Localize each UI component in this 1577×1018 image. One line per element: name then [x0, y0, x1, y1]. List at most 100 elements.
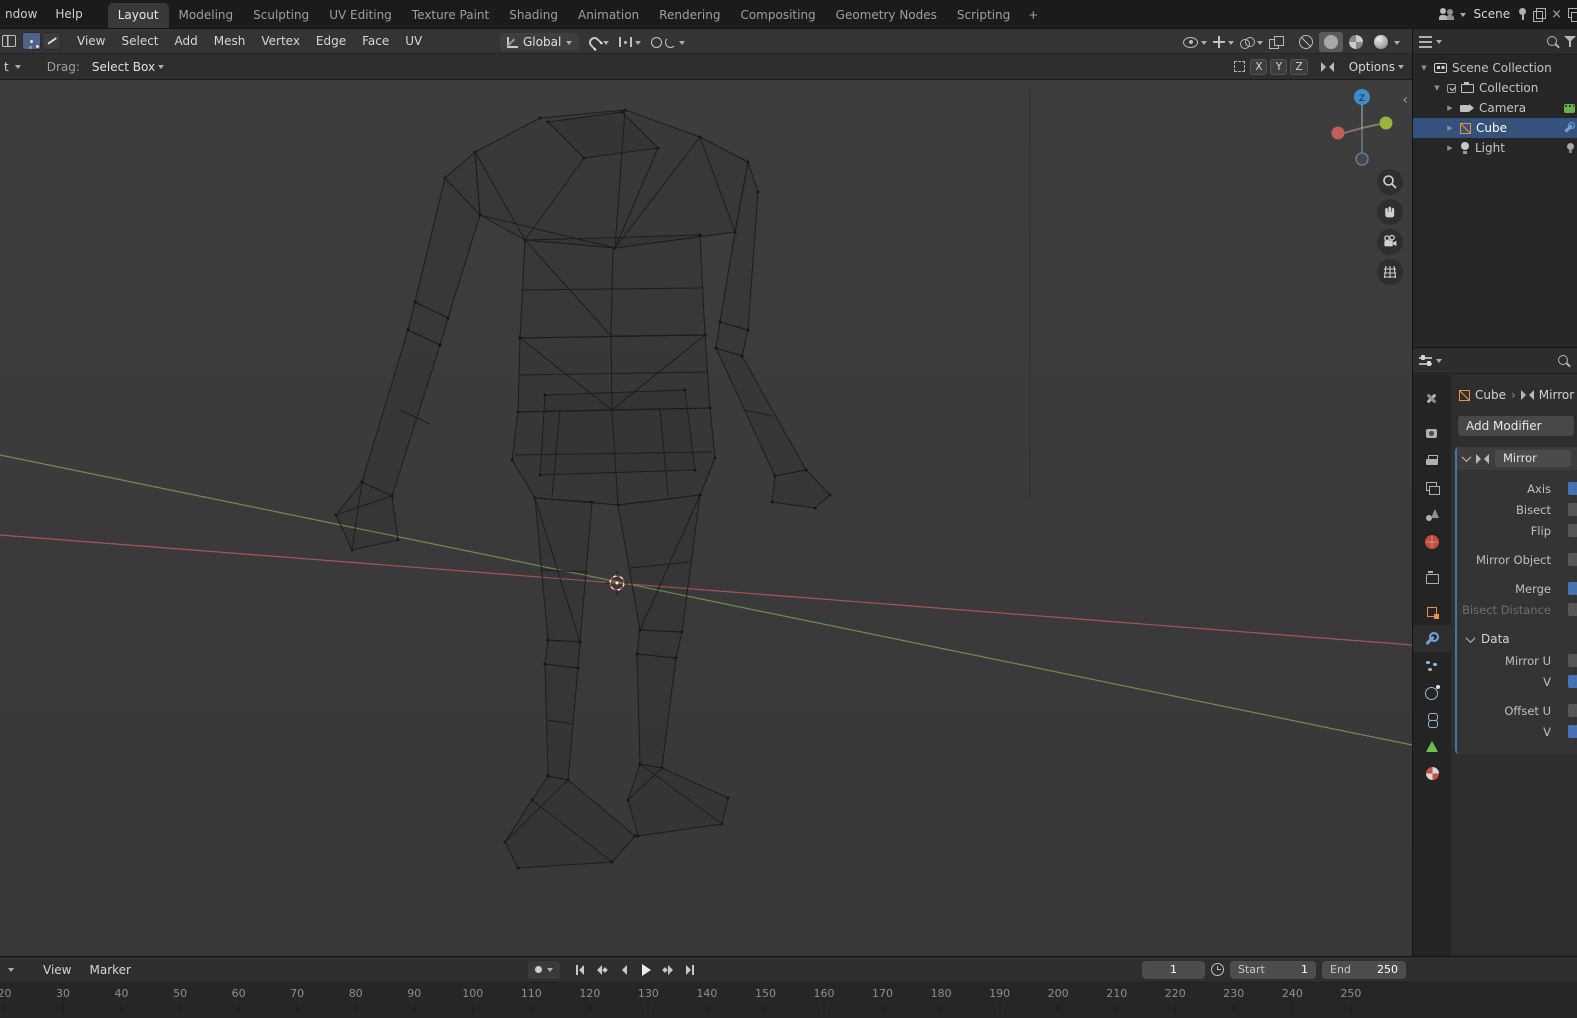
- ruler-tick-180[interactable]: 180: [931, 987, 952, 1014]
- axis-toggle-y[interactable]: Y: [1270, 58, 1288, 75]
- timeline-menu-marker[interactable]: Marker: [80, 963, 139, 977]
- play-button[interactable]: [636, 961, 656, 979]
- 3d-viewport[interactable]: Z ‹: [0, 80, 1412, 956]
- ruler-tick-230[interactable]: 230: [1223, 987, 1244, 1014]
- properties-tab-material[interactable]: [1413, 760, 1451, 787]
- editor-type-caret-icon[interactable]: [1436, 359, 1442, 366]
- disclosure-icon[interactable]: ▶: [1445, 124, 1455, 132]
- ruler-tick-140[interactable]: 140: [696, 987, 717, 1014]
- viewport-menu-uv[interactable]: UV: [397, 34, 430, 48]
- ruler-tick-250[interactable]: 250: [1340, 987, 1361, 1014]
- ruler-tick-240[interactable]: 240: [1282, 987, 1303, 1014]
- disclosure-icon[interactable]: ▶: [1445, 144, 1455, 152]
- checkbox-icon[interactable]: [1447, 83, 1456, 93]
- properties-tab-physics[interactable]: [1413, 679, 1451, 706]
- field-widget-clipped[interactable]: [1568, 654, 1577, 667]
- jump-to-start-button[interactable]: [570, 961, 590, 979]
- ruler-tick-80[interactable]: 80: [349, 987, 363, 1014]
- search-icon[interactable]: [1557, 354, 1571, 368]
- field-widget-clipped[interactable]: [1568, 524, 1577, 537]
- properties-tab-render[interactable]: [1413, 420, 1451, 447]
- shading-rendered-button[interactable]: [1369, 32, 1393, 52]
- ruler-tick-220[interactable]: 220: [1165, 987, 1186, 1014]
- outliner-row-cube[interactable]: ▶ Cube: [1413, 118, 1577, 138]
- properties-tab-data[interactable]: [1413, 733, 1451, 760]
- workspace-tab-rendering[interactable]: Rendering: [649, 3, 730, 28]
- ruler-tick-40[interactable]: 40: [115, 987, 129, 1014]
- overlays-caret-icon[interactable]: [1257, 40, 1263, 48]
- workspace-tab-geometry-nodes[interactable]: Geometry Nodes: [826, 3, 947, 28]
- camera-view-button[interactable]: [1377, 229, 1403, 255]
- properties-tab-object[interactable]: [1413, 598, 1451, 625]
- outliner-row-light[interactable]: ▶ Light: [1413, 138, 1577, 158]
- tool-dropdown-clipped[interactable]: t: [4, 60, 9, 74]
- shading-solid-button[interactable]: [1319, 32, 1343, 52]
- film-icon[interactable]: [1564, 103, 1575, 113]
- ruler-tick-20[interactable]: 20: [0, 987, 11, 1014]
- xray-toggle-icon[interactable]: [1269, 36, 1284, 49]
- viewport-menu-select[interactable]: Select: [113, 34, 166, 48]
- field-widget-clipped[interactable]: [1568, 704, 1577, 717]
- data-section-header[interactable]: Data: [1457, 628, 1577, 650]
- field-widget-clipped[interactable]: [1568, 603, 1577, 616]
- viewport-menu-edge[interactable]: Edge: [308, 34, 354, 48]
- bulb-icon[interactable]: [1566, 142, 1575, 154]
- outliner-row-camera[interactable]: ▶ Camera: [1413, 98, 1577, 118]
- add-modifier-button[interactable]: Add Modifier: [1457, 415, 1575, 437]
- outliner-row-collection[interactable]: ▼ Collection: [1413, 78, 1577, 98]
- ruler-tick-170[interactable]: 170: [872, 987, 893, 1014]
- editor-type-icon[interactable]: [2, 35, 16, 47]
- editor-collapse-caret-icon[interactable]: [8, 968, 14, 975]
- orthographic-grid-button[interactable]: [1377, 259, 1403, 285]
- wireframe-character-model[interactable]: [334, 108, 832, 870]
- workspace-tab-layout[interactable]: Layout: [107, 3, 169, 28]
- disclosure-icon[interactable]: ▼: [1419, 64, 1429, 72]
- snap-magnet-icon[interactable]: [587, 34, 603, 50]
- navigation-gizmo[interactable]: Z: [1331, 89, 1393, 166]
- ruler-tick-190[interactable]: 190: [989, 987, 1010, 1014]
- pin-icon[interactable]: [1518, 7, 1527, 21]
- properties-tab-tool[interactable]: [1413, 385, 1451, 412]
- auto-keying-button[interactable]: [528, 960, 560, 979]
- viewport-menu-vertex[interactable]: Vertex: [253, 34, 308, 48]
- search-icon[interactable]: [1546, 35, 1560, 49]
- filter-icon[interactable]: [1564, 35, 1576, 48]
- ruler-tick-110[interactable]: 110: [521, 987, 542, 1014]
- viewport-canvas[interactable]: Z: [0, 80, 1412, 956]
- edge-select-button[interactable]: [42, 32, 61, 50]
- drag-mode-dropdown[interactable]: Select Box: [92, 60, 165, 74]
- outliner-row-scene-collection[interactable]: ▼ Scene Collection: [1413, 58, 1577, 78]
- current-frame-field[interactable]: 1: [1142, 960, 1205, 979]
- workspace-tab-uv-editing[interactable]: UV Editing: [319, 3, 402, 28]
- properties-tab-modifiers[interactable]: [1413, 625, 1451, 652]
- field-widget-clipped[interactable]: [1568, 582, 1577, 595]
- ruler-tick-50[interactable]: 50: [173, 987, 187, 1014]
- proportional-editing-icon[interactable]: [651, 36, 663, 48]
- transform-orientation-dropdown[interactable]: Global: [500, 33, 580, 51]
- menu-help[interactable]: Help: [46, 7, 91, 21]
- expand-chevron-icon[interactable]: [1461, 452, 1472, 463]
- workspace-tab-shading[interactable]: Shading: [499, 3, 568, 28]
- close-icon[interactable]: ×: [1551, 7, 1562, 22]
- ruler-tick-200[interactable]: 200: [1048, 987, 1069, 1014]
- viewport-menu-add[interactable]: Add: [167, 34, 206, 48]
- scene-name[interactable]: Scene: [1474, 7, 1511, 21]
- ruler-tick-120[interactable]: 120: [579, 987, 600, 1014]
- select-mode-icon[interactable]: [1234, 61, 1246, 72]
- show-gizmo-icon[interactable]: [1213, 36, 1225, 48]
- ruler-tick-130[interactable]: 130: [638, 987, 659, 1014]
- visibility-caret-icon[interactable]: [1201, 40, 1207, 48]
- breadcrumb-modifier[interactable]: Mirror: [1539, 388, 1574, 402]
- show-overlays-icon[interactable]: [1240, 36, 1255, 49]
- ruler-tick-90[interactable]: 90: [407, 987, 421, 1014]
- modifier-panel-header[interactable]: Mirror: [1457, 447, 1577, 470]
- sidebar-toggle-arrow[interactable]: ‹: [1402, 92, 1408, 108]
- ruler-tick-150[interactable]: 150: [755, 987, 776, 1014]
- viewport-menu-mesh[interactable]: Mesh: [206, 34, 254, 48]
- field-widget-clipped[interactable]: [1568, 725, 1577, 738]
- field-widget-clipped[interactable]: [1568, 503, 1577, 516]
- gizmo-y-axis-ball[interactable]: [1379, 116, 1393, 130]
- axis-toggle-z[interactable]: Z: [1290, 58, 1308, 75]
- start-frame-field[interactable]: Start 1: [1230, 960, 1316, 979]
- field-widget-clipped[interactable]: [1568, 553, 1577, 566]
